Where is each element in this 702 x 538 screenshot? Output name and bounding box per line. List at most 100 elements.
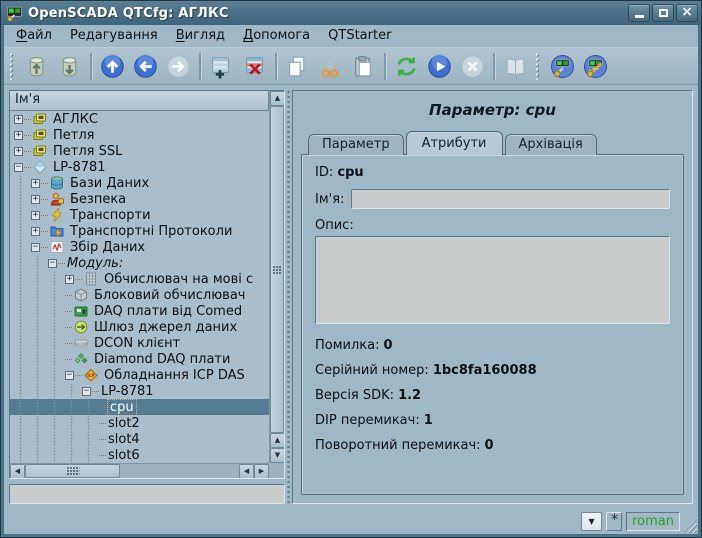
scroll-track[interactable] xyxy=(120,464,239,478)
title-bar[interactable]: OpenSCADA QTCfg: АГЛКС × xyxy=(1,1,701,25)
refresh-button[interactable] xyxy=(391,51,422,82)
delete-item-button[interactable] xyxy=(239,51,270,82)
scroll-left2-icon[interactable]: ◀ xyxy=(239,464,254,479)
tree-item-petlia[interactable]: +Петля xyxy=(10,127,269,143)
scroll-right-icon[interactable]: ▶ xyxy=(254,464,269,479)
expand-icon[interactable]: + xyxy=(31,195,40,204)
tree-item-dcon[interactable]: DCONDCON клієнт xyxy=(10,335,269,351)
tree-item-icp-das[interactable]: −ICPОбладнання ICP DAS xyxy=(10,367,269,383)
minimize-button[interactable] xyxy=(628,4,650,22)
expand-icon[interactable]: + xyxy=(31,211,40,220)
qtcfg-starter-button[interactable] xyxy=(547,51,578,82)
tree-filter-input[interactable] xyxy=(9,484,285,504)
paste-item-button[interactable] xyxy=(348,51,379,82)
description-textarea[interactable] xyxy=(315,236,670,324)
toolbar-separator xyxy=(493,53,495,80)
tree-item-slot4[interactable]: slot4 xyxy=(10,431,269,447)
tree-item-label: Петля SSL xyxy=(53,144,122,159)
tab-bar: ПараметрАтрибутиАрхівація xyxy=(301,131,684,155)
tree-item-block-calc[interactable]: Блоковий обчислювач xyxy=(10,287,269,303)
tree-item-daq-comedi[interactable]: DAQ плати від Comed xyxy=(10,303,269,319)
scroll-down-icon[interactable]: ▼ xyxy=(270,448,285,463)
tree-item-label: АГЛКС xyxy=(53,112,98,127)
tree-column-header[interactable]: Ім'я xyxy=(10,91,269,111)
tab-parameter[interactable]: Параметр xyxy=(308,134,404,155)
tree-indent-guide xyxy=(82,447,99,463)
tree-horizontal-scrollbar[interactable]: ◀ ◀ ▶ xyxy=(10,463,269,478)
scroll-left-icon[interactable]: ◀ xyxy=(10,464,25,479)
tree-indent-guide xyxy=(14,223,31,239)
tree-item-calc-c[interactable]: +Обчислювач на мові с xyxy=(10,271,269,287)
go-back-button[interactable] xyxy=(130,51,161,82)
toolbar-handle[interactable] xyxy=(9,52,17,80)
collapse-icon[interactable]: − xyxy=(31,243,40,252)
current-user-badge[interactable]: roman xyxy=(626,512,680,531)
tree-indent-guide xyxy=(14,271,31,287)
collapse-icon[interactable]: − xyxy=(48,259,57,268)
expand-icon[interactable]: + xyxy=(14,147,23,156)
go-up-button[interactable] xyxy=(97,51,128,82)
tree-item-security[interactable]: +Безпека xyxy=(10,191,269,207)
tree-widget: Ім'я +АГЛКС+Петля+Петля SSL−LP-8781+Бази… xyxy=(9,90,285,479)
tree-item-gateway[interactable]: Шлюз джерел даних xyxy=(10,319,269,335)
vision-starter-button[interactable] xyxy=(580,51,611,82)
stat-line-1: Серійний номер:1bc8fa160088 xyxy=(315,363,670,378)
name-row: Ім'я: xyxy=(315,189,670,209)
modified-indicator-button[interactable]: * xyxy=(606,512,622,531)
tree-item-petlia-ssl[interactable]: + Петля SSL xyxy=(10,143,269,159)
expand-icon[interactable]: + xyxy=(31,227,40,236)
tree-indent-guide xyxy=(31,399,48,415)
tab-archiving[interactable]: Архівація xyxy=(505,134,597,155)
menu-item-file[interactable]: Файл xyxy=(7,26,61,46)
tree-item-cpu[interactable]: cpu xyxy=(10,399,269,415)
save-to-db-button[interactable] xyxy=(54,51,85,82)
tree-item-module[interactable]: −Модуль: xyxy=(10,255,269,271)
scroll-up2-icon[interactable]: ▲ xyxy=(270,433,285,448)
menu-item-qtstarter[interactable]: QTStarter xyxy=(319,26,400,46)
tree-item-slot2[interactable]: slot2 xyxy=(10,415,269,431)
copy-item-button[interactable] xyxy=(282,51,313,82)
status-dropdown-button[interactable]: ▼ xyxy=(581,512,602,531)
resize-grip[interactable] xyxy=(682,518,697,533)
tree-item-aglks[interactable]: + АГЛКС xyxy=(10,111,269,127)
stat-value: 1.2 xyxy=(398,388,421,403)
start-update-button[interactable] xyxy=(424,51,455,82)
menu-item-help[interactable]: Допомога xyxy=(234,26,319,46)
name-input[interactable] xyxy=(351,189,670,209)
tree-item-label: slot4 xyxy=(108,432,140,447)
menu-item-view[interactable]: Вигляд xyxy=(167,26,234,46)
tab-attributes[interactable]: Атрибути xyxy=(406,131,503,155)
db-load-icon xyxy=(24,54,49,79)
tree-item-lp-8781-dev[interactable]: −LP-8781 xyxy=(10,383,269,399)
tree-item-slot6[interactable]: slot6 xyxy=(10,447,269,463)
close-button[interactable]: × xyxy=(676,4,698,22)
collapse-icon[interactable]: − xyxy=(65,371,74,380)
expand-icon[interactable]: + xyxy=(31,179,40,188)
vertical-scroll-thumb[interactable] xyxy=(270,106,284,433)
maximize-button[interactable] xyxy=(652,4,674,22)
menu-item-edit[interactable]: Редагування xyxy=(61,26,167,46)
tree-item-daq[interactable]: −Збір Даних xyxy=(10,239,269,255)
splitter-handle[interactable] xyxy=(285,90,292,504)
collapse-icon[interactable]: − xyxy=(14,163,23,172)
cut-item-button[interactable] xyxy=(315,51,346,82)
scroll-up-icon[interactable]: ▲ xyxy=(270,91,285,106)
expand-icon[interactable]: + xyxy=(65,275,74,284)
tree-item-transports[interactable]: +Транспорти xyxy=(10,207,269,223)
expand-icon[interactable]: + xyxy=(14,131,23,140)
tree-item-lp-8781[interactable]: −LP-8781 xyxy=(10,159,269,175)
app-icon xyxy=(6,5,23,22)
toolbar-handle[interactable] xyxy=(535,52,543,80)
tree-vertical-scrollbar[interactable]: ▲ ▲ ▼ xyxy=(269,91,284,463)
tree-item-protocols[interactable]: +Транспортні Протоколи xyxy=(10,223,269,239)
horizontal-scroll-thumb[interactable] xyxy=(25,464,120,478)
tree-item-databases[interactable]: +Бази Даних xyxy=(10,175,269,191)
add-item-button[interactable] xyxy=(206,51,237,82)
load-from-db-button[interactable] xyxy=(21,51,52,82)
expand-icon[interactable]: + xyxy=(14,115,23,124)
collapse-icon[interactable]: − xyxy=(82,387,91,396)
daq-icon xyxy=(50,240,66,254)
tree-indent-guide xyxy=(31,287,48,303)
id-label: ID: xyxy=(315,165,333,180)
tree-item-diamond[interactable]: Diamond DAQ плати xyxy=(10,351,269,367)
